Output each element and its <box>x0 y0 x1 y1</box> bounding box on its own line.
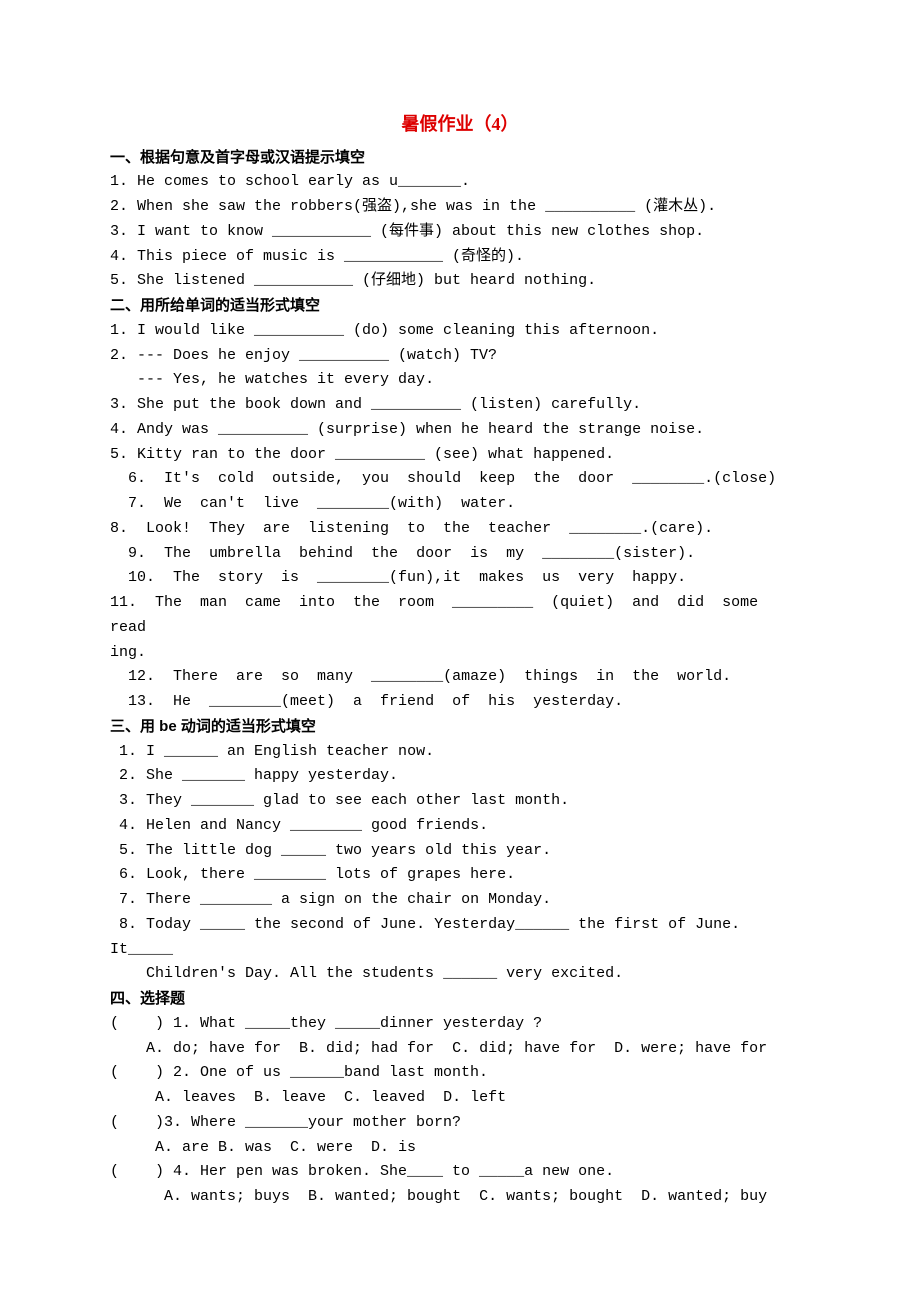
s3-q5: 5. The little dog _____ two years old th… <box>110 839 810 864</box>
s2-q4: 4. Andy was __________ (surprise) when h… <box>110 418 810 443</box>
page-title: 暑假作业（4） <box>110 110 810 140</box>
s2-q11a: 11. The man came into the room _________… <box>110 591 810 641</box>
section-1-header: 一、根据句意及首字母或汉语提示填空 <box>110 146 810 171</box>
s2-q6: 6. It's cold outside, you should keep th… <box>110 467 810 492</box>
s2-q7: 7. We can't live ________(with) water. <box>110 492 810 517</box>
s4-q1a: ( ) 1. What _____they _____dinner yester… <box>110 1012 810 1037</box>
s1-q3: 3. I want to know ___________ (每件事) abou… <box>110 220 810 245</box>
s2-q9: 9. The umbrella behind the door is my __… <box>110 542 810 567</box>
s3-q4: 4. Helen and Nancy ________ good friends… <box>110 814 810 839</box>
s2-q8: 8. Look! They are listening to the teach… <box>110 517 810 542</box>
s4-q2a: ( ) 2. One of us ______band last month. <box>110 1061 810 1086</box>
s4-q1b: A. do; have for B. did; had for C. did; … <box>110 1037 810 1062</box>
s2-q5: 5. Kitty ran to the door __________ (see… <box>110 443 810 468</box>
section-2-header: 二、用所给单词的适当形式填空 <box>110 294 810 319</box>
s2-q12: 12. There are so many ________(amaze) th… <box>110 665 810 690</box>
s3-q3: 3. They _______ glad to see each other l… <box>110 789 810 814</box>
s3-q6: 6. Look, there ________ lots of grapes h… <box>110 863 810 888</box>
s1-q5: 5. She listened ___________ (仔细地) but he… <box>110 269 810 294</box>
s3-q1: 1. I ______ an English teacher now. <box>110 740 810 765</box>
s2-q11b: ing. <box>110 641 810 666</box>
s2-q1: 1. I would like __________ (do) some cle… <box>110 319 810 344</box>
s2-q2a: 2. --- Does he enjoy __________ (watch) … <box>110 344 810 369</box>
section-4-header: 四、选择题 <box>110 987 810 1012</box>
s4-q4b: A. wants; buys B. wanted; bought C. want… <box>110 1185 810 1210</box>
s4-q3a: ( )3. Where _______your mother born? <box>110 1111 810 1136</box>
s2-q13: 13. He ________(meet) a friend of his ye… <box>110 690 810 715</box>
s4-q2b: A. leaves B. leave C. leaved D. left <box>110 1086 810 1111</box>
s1-q4: 4. This piece of music is ___________ (奇… <box>110 245 810 270</box>
s2-q10: 10. The story is ________(fun),it makes … <box>110 566 810 591</box>
s3-q8b: Children's Day. All the students ______ … <box>110 962 810 987</box>
s3-q2: 2. She _______ happy yesterday. <box>110 764 810 789</box>
s1-q1: 1. He comes to school early as u_______. <box>110 170 810 195</box>
s4-q3b: A. are B. was C. were D. is <box>110 1136 810 1161</box>
s2-q2b: --- Yes, he watches it every day. <box>110 368 810 393</box>
s2-q3: 3. She put the book down and __________ … <box>110 393 810 418</box>
s4-q4a: ( ) 4. Her pen was broken. She____ to __… <box>110 1160 810 1185</box>
section-3-header: 三、用 be 动词的适当形式填空 <box>110 715 810 740</box>
s1-q2: 2. When she saw the robbers(强盗),she was … <box>110 195 810 220</box>
s3-q8a: 8. Today _____ the second of June. Yeste… <box>110 913 810 963</box>
s3-q7: 7. There ________ a sign on the chair on… <box>110 888 810 913</box>
